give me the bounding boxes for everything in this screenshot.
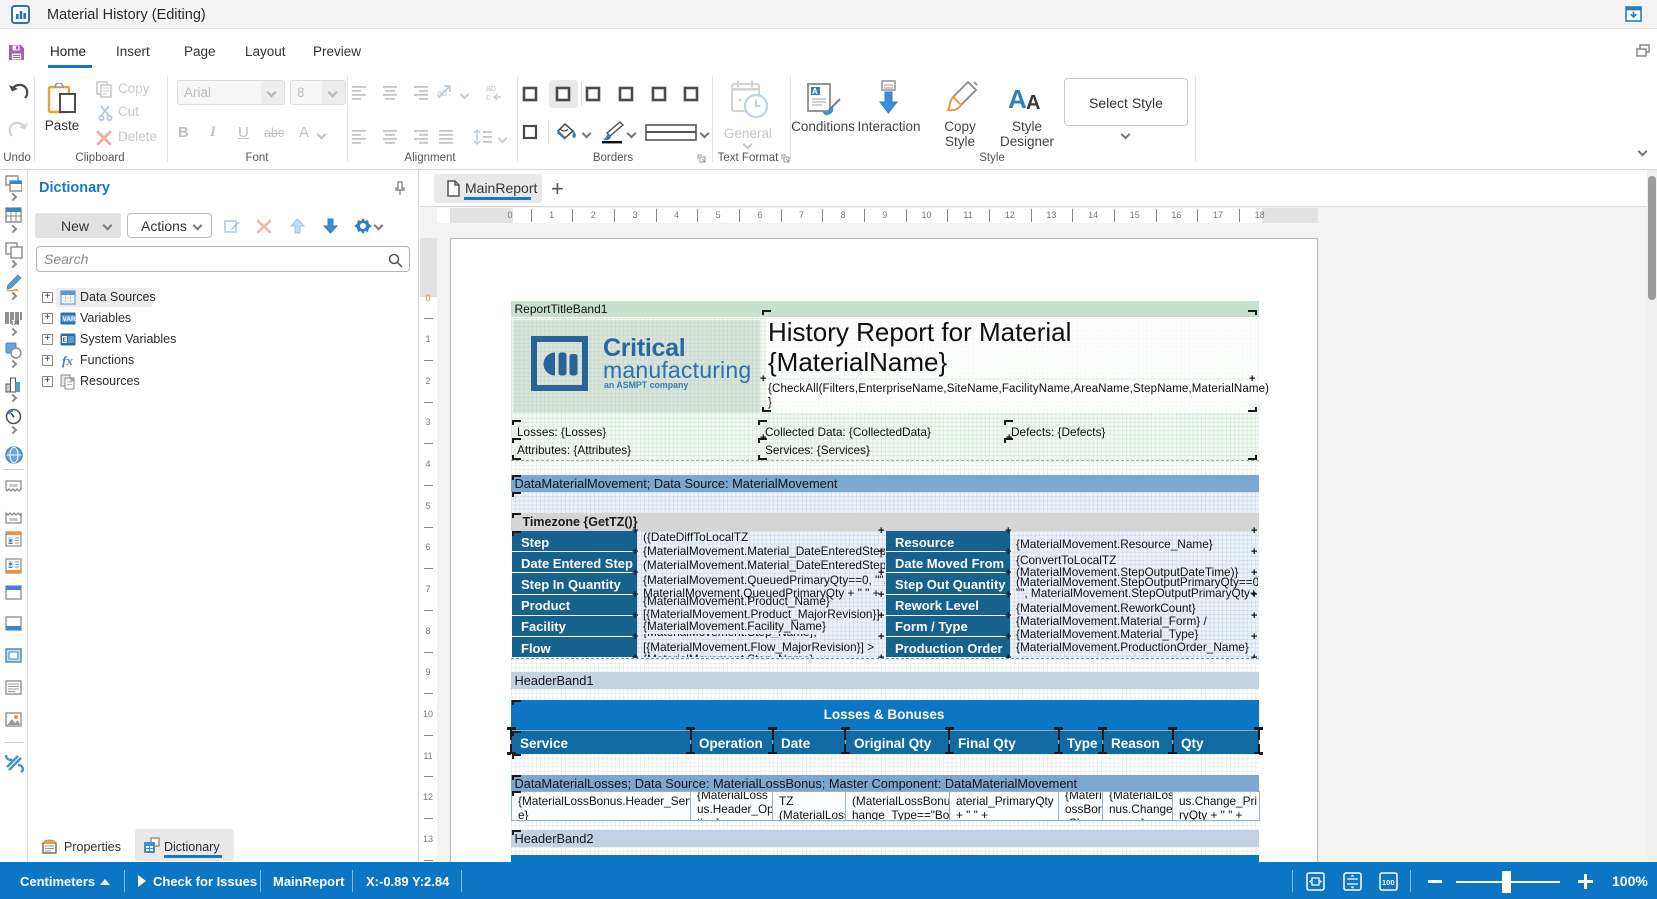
svg-text:c: c — [486, 92, 491, 102]
svg-text:A: A — [812, 87, 818, 96]
svg-text:100: 100 — [1382, 878, 1395, 887]
svg-text:VAR: VAR — [63, 316, 77, 323]
svg-text:ab: ab — [437, 88, 447, 98]
svg-text:E: E — [63, 337, 68, 344]
svg-text:125: 125 — [11, 321, 20, 326]
